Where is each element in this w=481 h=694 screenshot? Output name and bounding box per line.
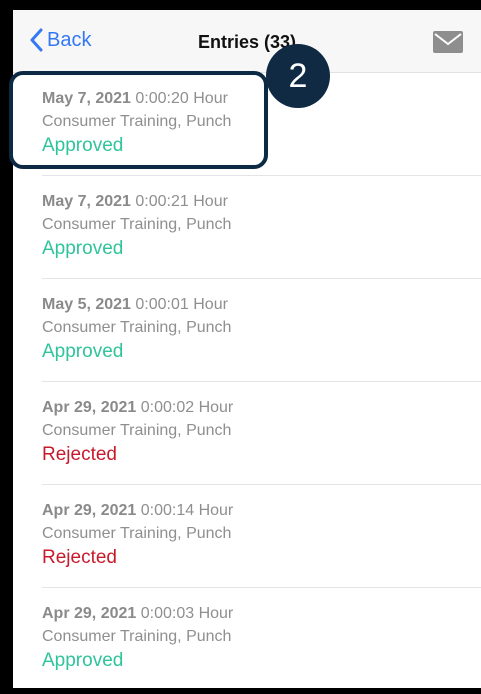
- entry-status: Rejected: [42, 444, 117, 465]
- list-item[interactable]: May 7, 2021 0:00:21 Hour Consumer Traini…: [13, 176, 481, 279]
- entry-duration: 0:00:02 Hour: [140, 399, 234, 416]
- entry-status: Approved: [42, 341, 124, 362]
- entry-date: May 7, 2021: [42, 193, 131, 210]
- entry-detail: Consumer Training, Punch: [42, 525, 232, 542]
- entry-status: Approved: [42, 238, 124, 259]
- list-item[interactable]: Apr 29, 2021 0:00:03 Hour Consumer Train…: [13, 588, 481, 688]
- entry-date: Apr 29, 2021: [42, 399, 137, 416]
- step-badge: 2: [266, 44, 330, 108]
- entry-duration: 0:00:14 Hour: [140, 502, 234, 519]
- highlight-box: [9, 71, 268, 169]
- entry-detail: Consumer Training, Punch: [42, 319, 232, 336]
- page-title: Entries (33): [197, 32, 297, 52]
- navigation-bar: Back Entries (33): [13, 10, 481, 73]
- entry-duration: 0:00:21 Hour: [135, 193, 228, 210]
- entry-status: Rejected: [42, 547, 117, 568]
- entry-date: May 5, 2021: [42, 296, 131, 313]
- entry-duration: 0:00:03 Hour: [140, 605, 234, 622]
- mail-icon[interactable]: [433, 31, 463, 53]
- list-item[interactable]: Apr 29, 2021 0:00:02 Hour Consumer Train…: [13, 382, 481, 485]
- entry-status: Approved: [42, 650, 124, 671]
- entry-duration: 0:00:01 Hour: [135, 296, 228, 313]
- entry-detail: Consumer Training, Punch: [42, 216, 232, 233]
- entry-detail: Consumer Training, Punch: [42, 422, 232, 439]
- entry-date: Apr 29, 2021: [42, 502, 137, 519]
- list-item[interactable]: May 5, 2021 0:00:01 Hour Consumer Traini…: [13, 279, 481, 382]
- list-item[interactable]: Apr 29, 2021 0:00:14 Hour Consumer Train…: [13, 485, 481, 588]
- entry-detail: Consumer Training, Punch: [42, 628, 232, 645]
- entry-date: Apr 29, 2021: [42, 605, 137, 622]
